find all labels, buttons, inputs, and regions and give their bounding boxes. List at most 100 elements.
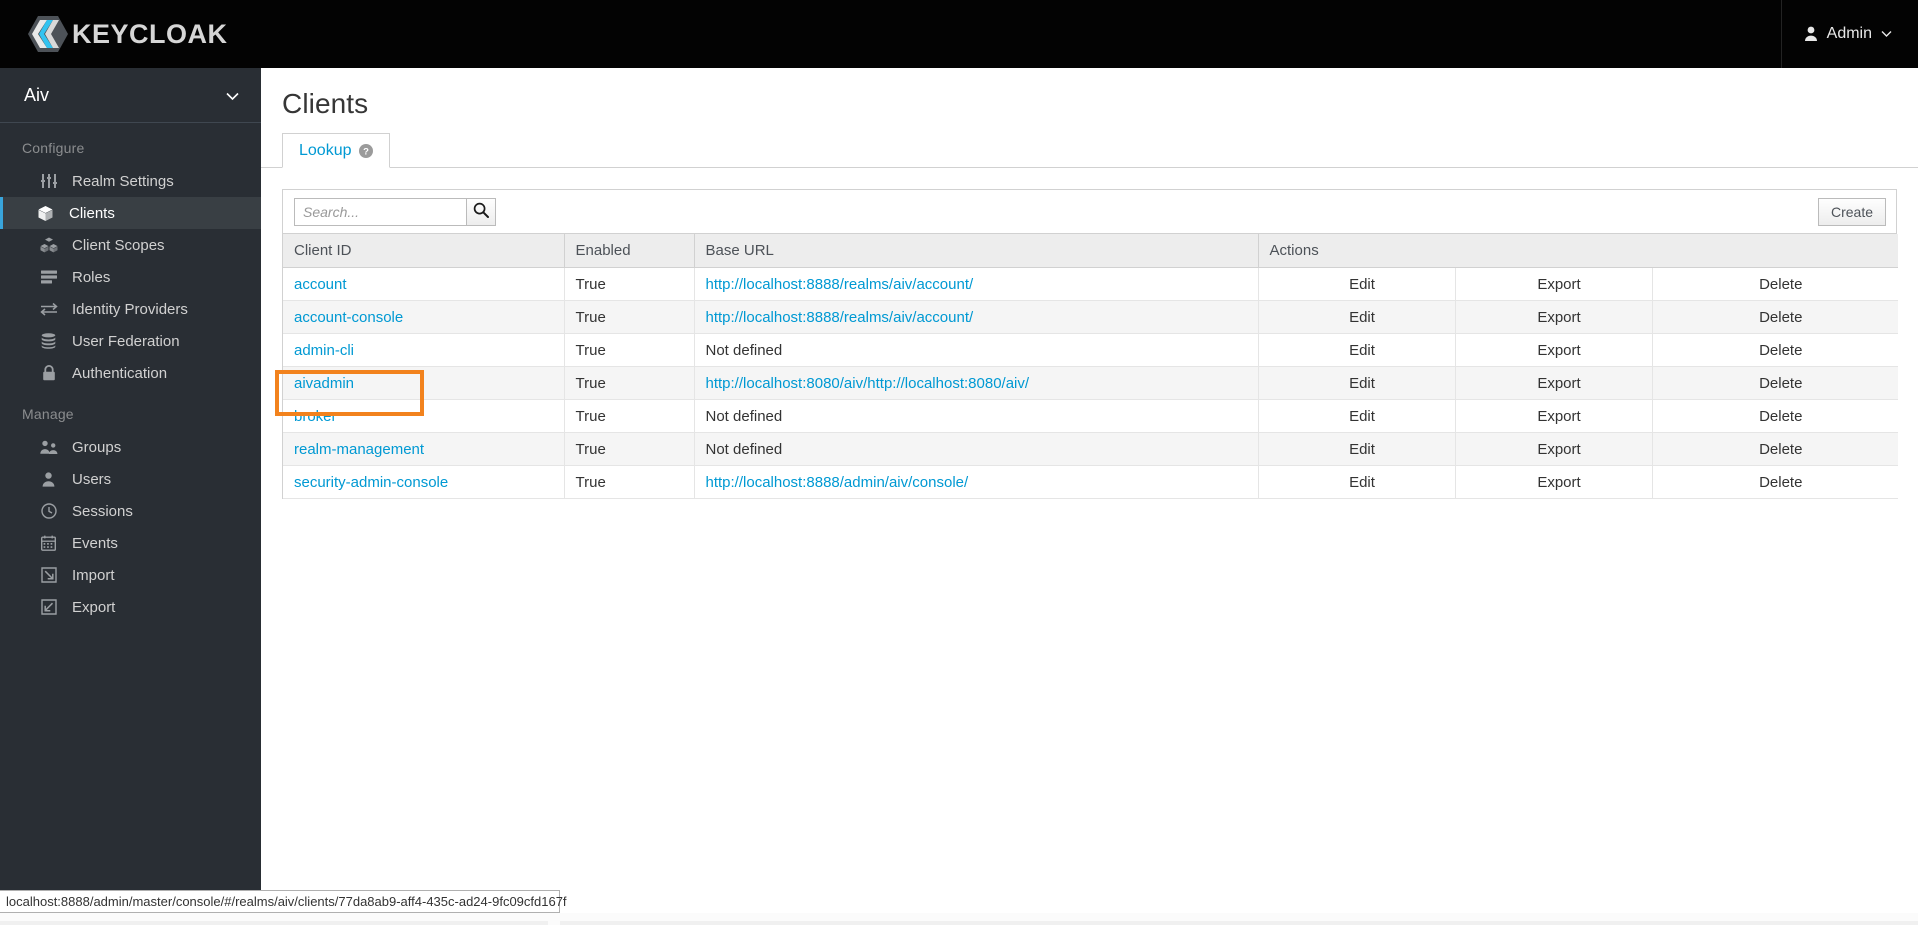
client-id-link[interactable]: aivadmin bbox=[294, 375, 354, 392]
cell-action-export[interactable]: Export bbox=[1455, 366, 1653, 400]
sidebar-item-label: Authentication bbox=[72, 364, 168, 382]
delete-link[interactable]: Delete bbox=[1759, 276, 1802, 293]
client-id-link[interactable]: broker bbox=[294, 408, 337, 425]
user-menu[interactable]: Admin bbox=[1804, 25, 1892, 43]
realm-selector-label: Aiv bbox=[24, 84, 50, 105]
sidebar-item-label: Users bbox=[72, 470, 112, 488]
client-id-link[interactable]: admin-cli bbox=[294, 342, 354, 359]
sidebar-item-client-scopes[interactable]: Client Scopes bbox=[0, 229, 261, 261]
cell-action-export[interactable]: Export bbox=[1455, 465, 1653, 499]
export-link[interactable]: Export bbox=[1537, 408, 1580, 425]
edit-link[interactable]: Edit bbox=[1349, 342, 1375, 359]
question-circle-icon[interactable]: ? bbox=[358, 143, 373, 158]
brand-text: KEYCLOAK bbox=[72, 18, 228, 49]
cell-action-edit[interactable]: Edit bbox=[1258, 432, 1456, 466]
sidebar-item-authentication[interactable]: Authentication bbox=[0, 357, 261, 389]
keycloak-admin-console: KEYCLOAK Admin Aiv Configure Realm Setti… bbox=[0, 0, 1918, 925]
clients-table: Client ID Enabled Base URL Actions accou… bbox=[283, 234, 1898, 499]
sidebar-item-sessions[interactable]: Sessions bbox=[0, 495, 261, 527]
taskbar-strip bbox=[0, 913, 1918, 925]
cell-action-delete[interactable]: Delete bbox=[1652, 432, 1898, 466]
cell-action-export[interactable]: Export bbox=[1455, 333, 1653, 367]
cell-action-edit[interactable]: Edit bbox=[1258, 333, 1456, 367]
client-id-link[interactable]: account bbox=[294, 276, 347, 293]
column-header-base-url: Base URL bbox=[694, 234, 1259, 268]
cell-client-id: security-admin-console bbox=[283, 465, 565, 499]
sidebar-item-import[interactable]: Import bbox=[0, 559, 261, 591]
cell-action-edit[interactable]: Edit bbox=[1258, 399, 1456, 433]
sidebar-item-label: Export bbox=[72, 598, 116, 616]
delete-link[interactable]: Delete bbox=[1759, 408, 1802, 425]
cell-action-delete[interactable]: Delete bbox=[1652, 366, 1898, 400]
cell-action-edit[interactable]: Edit bbox=[1258, 267, 1456, 301]
delete-link[interactable]: Delete bbox=[1759, 375, 1802, 392]
realm-selector[interactable]: Aiv bbox=[0, 68, 261, 123]
cell-action-export[interactable]: Export bbox=[1455, 267, 1653, 301]
edit-link[interactable]: Edit bbox=[1349, 276, 1375, 293]
edit-link[interactable]: Edit bbox=[1349, 375, 1375, 392]
export-link[interactable]: Export bbox=[1537, 441, 1580, 458]
tab-lookup-label: Lookup bbox=[299, 141, 352, 159]
base-url-link[interactable]: http://localhost:8888/admin/aiv/console/ bbox=[706, 474, 969, 491]
cell-action-edit[interactable]: Edit bbox=[1258, 300, 1456, 334]
cell-action-delete[interactable]: Delete bbox=[1652, 267, 1898, 301]
edit-link[interactable]: Edit bbox=[1349, 309, 1375, 326]
user-menu-label: Admin bbox=[1826, 25, 1872, 42]
cell-action-export[interactable]: Export bbox=[1455, 432, 1653, 466]
cell-action-delete[interactable]: Delete bbox=[1652, 399, 1898, 433]
sidebar-item-realm-settings[interactable]: Realm Settings bbox=[0, 165, 261, 197]
chevron-down-icon bbox=[1881, 30, 1892, 38]
search-button[interactable] bbox=[466, 197, 496, 226]
sidebar-item-users[interactable]: Users bbox=[0, 463, 261, 495]
table-row: realm-management True Not defined Edit E… bbox=[283, 432, 1898, 466]
export-link[interactable]: Export bbox=[1537, 474, 1580, 491]
delete-link[interactable]: Delete bbox=[1759, 441, 1802, 458]
tab-lookup[interactable]: Lookup ? bbox=[282, 133, 390, 168]
sidebar-section-configure-title: Configure bbox=[22, 140, 85, 156]
edit-link[interactable]: Edit bbox=[1349, 474, 1375, 491]
sidebar-item-roles[interactable]: Roles bbox=[0, 261, 261, 293]
cell-action-export[interactable]: Export bbox=[1455, 399, 1653, 433]
delete-link[interactable]: Delete bbox=[1759, 474, 1802, 491]
edit-link[interactable]: Edit bbox=[1349, 441, 1375, 458]
sidebar-item-events[interactable]: Events bbox=[0, 527, 261, 559]
cell-action-delete[interactable]: Delete bbox=[1652, 333, 1898, 367]
sidebar-item-identity-providers[interactable]: Identity Providers bbox=[0, 293, 261, 325]
sidebar-item-clients[interactable]: Clients bbox=[0, 197, 261, 229]
sidebar-item-user-federation[interactable]: User Federation bbox=[0, 325, 261, 357]
base-url-link[interactable]: http://localhost:8888/realms/aiv/account… bbox=[706, 276, 974, 293]
sidebar-item-export[interactable]: Export bbox=[0, 591, 261, 623]
base-url-link[interactable]: http://localhost:8888/realms/aiv/account… bbox=[706, 309, 974, 326]
cell-base-url: Not defined bbox=[694, 333, 1259, 367]
users-group-icon bbox=[39, 438, 58, 456]
cell-action-edit[interactable]: Edit bbox=[1258, 366, 1456, 400]
search-input[interactable] bbox=[294, 197, 466, 226]
export-link[interactable]: Export bbox=[1537, 375, 1580, 392]
client-id-link[interactable]: account-console bbox=[294, 309, 403, 326]
svg-text:?: ? bbox=[363, 146, 369, 157]
cell-action-delete[interactable]: Delete bbox=[1652, 465, 1898, 499]
delete-link[interactable]: Delete bbox=[1759, 342, 1802, 359]
status-bar: localhost:8888/admin/master/console/#/re… bbox=[0, 890, 567, 913]
search-icon bbox=[473, 202, 489, 221]
export-link[interactable]: Export bbox=[1537, 342, 1580, 359]
sidebar-item-label: Clients bbox=[69, 204, 115, 222]
cell-action-edit[interactable]: Edit bbox=[1258, 465, 1456, 499]
export-link[interactable]: Export bbox=[1537, 276, 1580, 293]
table-row: security-admin-console True http://local… bbox=[283, 465, 1898, 499]
client-id-link[interactable]: realm-management bbox=[294, 441, 424, 458]
cell-action-export[interactable]: Export bbox=[1455, 300, 1653, 334]
base-url-link[interactable]: http://localhost:8080/aiv/http://localho… bbox=[706, 375, 1030, 392]
export-link[interactable]: Export bbox=[1537, 309, 1580, 326]
table-row: admin-cli True Not defined Edit Export D… bbox=[283, 333, 1898, 367]
create-button[interactable]: Create bbox=[1817, 197, 1886, 226]
cell-client-id: admin-cli bbox=[283, 333, 565, 367]
brand[interactable]: KEYCLOAK bbox=[0, 0, 228, 68]
client-id-link[interactable]: security-admin-console bbox=[294, 474, 448, 491]
cell-action-delete[interactable]: Delete bbox=[1652, 300, 1898, 334]
chevron-down-icon bbox=[226, 85, 239, 106]
edit-link[interactable]: Edit bbox=[1349, 408, 1375, 425]
delete-link[interactable]: Delete bbox=[1759, 309, 1802, 326]
sidebar-item-groups[interactable]: Groups bbox=[0, 431, 261, 463]
clients-table-body: account True http://localhost:8888/realm… bbox=[283, 267, 1898, 499]
